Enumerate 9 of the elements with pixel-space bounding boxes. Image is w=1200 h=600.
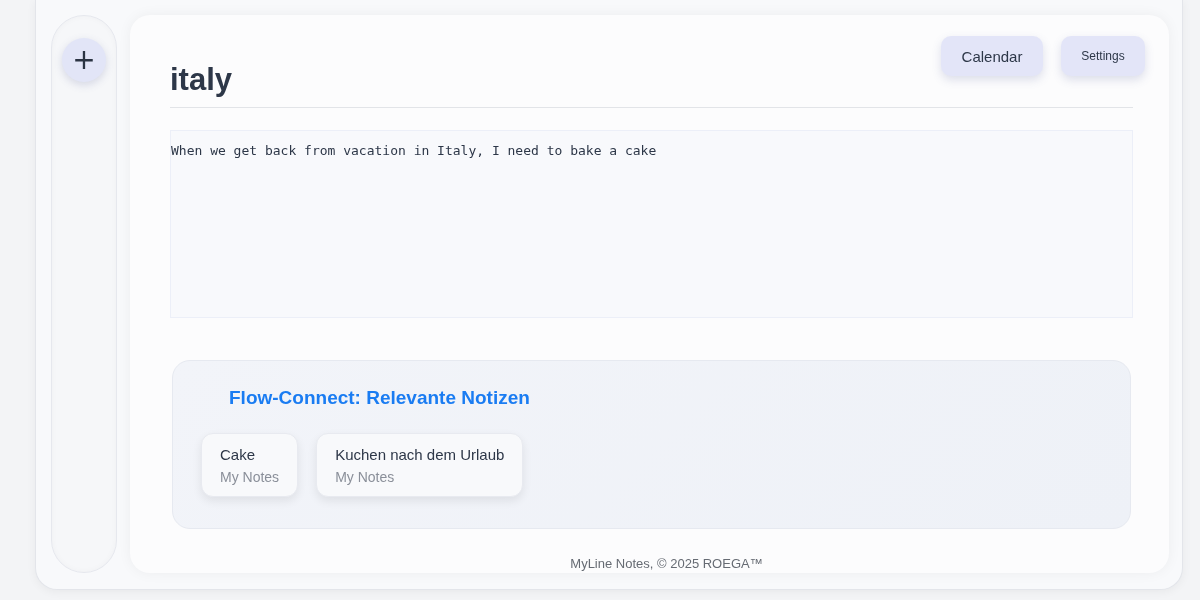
note-text-field[interactable]: When we get back from vacation in Italy, I need to bake a cake [170,130,1133,318]
flow-connect-heading: Flow-Connect: Relevante Notizen [229,387,531,409]
related-note-card[interactable]: Kuchen nach dem Urlaub My Notes [316,433,524,497]
footer-text: MyLine Notes, © 2025 ROEGA™ [569,556,764,571]
header-button[interactable]: Calendar [941,36,1043,76]
add-note-button[interactable]: + [62,38,106,82]
header-button[interactable]: Settings [1061,36,1145,76]
related-note-card[interactable]: Cake My Notes [201,433,299,497]
note-title: italy [170,62,233,98]
